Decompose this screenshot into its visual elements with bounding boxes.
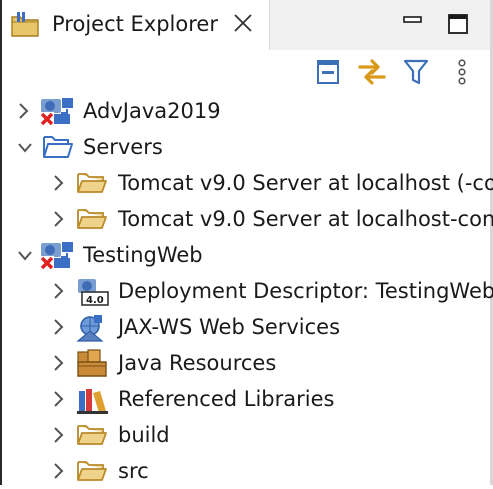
chevron-right-icon[interactable] bbox=[51, 172, 67, 198]
tab-project-explorer[interactable]: Project Explorer bbox=[2, 0, 270, 50]
deployment-descriptor-icon: 4.0 bbox=[76, 277, 110, 311]
tree-item-advjava2019[interactable]: AdvJava2019 bbox=[2, 93, 490, 129]
view-title-bar: Project Explorer bbox=[2, 0, 490, 50]
tree-item-label: build bbox=[118, 423, 170, 447]
web-project-error-icon bbox=[40, 97, 74, 131]
tree-item-label: Java Resources bbox=[118, 351, 277, 375]
tree-item-label: Referenced Libraries bbox=[118, 387, 335, 411]
chevron-right-icon[interactable] bbox=[51, 352, 67, 378]
close-icon[interactable] bbox=[232, 12, 254, 38]
maximize-icon[interactable] bbox=[443, 9, 473, 43]
view-title: Project Explorer bbox=[52, 12, 218, 36]
open-folder-icon bbox=[42, 133, 74, 165]
web-services-icon bbox=[76, 313, 108, 347]
tree-item-label: Tomcat v9.0 Server at localhost-con bbox=[118, 207, 493, 231]
tree-item-src[interactable]: src bbox=[2, 453, 490, 489]
minimize-icon[interactable] bbox=[398, 9, 428, 43]
java-resources-icon bbox=[76, 349, 110, 383]
tree-item-testingweb[interactable]: TestingWeb bbox=[2, 237, 490, 273]
libraries-icon bbox=[76, 385, 110, 419]
tree-item-label: src bbox=[118, 459, 149, 483]
filter-icon[interactable] bbox=[401, 57, 431, 91]
chevron-right-icon[interactable] bbox=[16, 100, 32, 126]
tree-item-servers[interactable]: Servers bbox=[2, 129, 490, 165]
folder-icon bbox=[76, 205, 108, 237]
tree-item-label: AdvJava2019 bbox=[83, 99, 221, 123]
tree-item-label: JAX-WS Web Services bbox=[118, 315, 341, 339]
link-with-editor-icon[interactable] bbox=[356, 57, 388, 91]
svg-text:4.0: 4.0 bbox=[86, 295, 104, 306]
tree-item-label: TestingWeb bbox=[83, 243, 203, 267]
tree-item-deployment-descriptor[interactable]: 4.0 Deployment Descriptor: TestingWeb bbox=[2, 273, 493, 311]
tree-item-build[interactable]: build bbox=[2, 417, 490, 453]
tree-item-java-resources[interactable]: Java Resources bbox=[2, 345, 490, 381]
tree-item-jax-ws-web-services[interactable]: JAX-WS Web Services bbox=[2, 309, 490, 345]
chevron-right-icon[interactable] bbox=[51, 424, 67, 450]
folder-icon bbox=[76, 169, 108, 201]
chevron-right-icon[interactable] bbox=[51, 388, 67, 414]
tree-item-tomcat-server-1[interactable]: Tomcat v9.0 Server at localhost (-co bbox=[2, 165, 493, 201]
tree-item-referenced-libraries[interactable]: Referenced Libraries bbox=[2, 381, 490, 417]
chevron-right-icon[interactable] bbox=[51, 280, 67, 306]
chevron-right-icon[interactable] bbox=[51, 316, 67, 342]
folder-icon bbox=[76, 457, 108, 489]
chevron-down-icon[interactable] bbox=[16, 136, 34, 162]
tree-item-label: Tomcat v9.0 Server at localhost (-co bbox=[118, 171, 493, 195]
tree-item-label: Deployment Descriptor: TestingWeb bbox=[118, 279, 493, 303]
tree-item-label: Servers bbox=[83, 135, 163, 159]
view-menu-icon[interactable] bbox=[452, 57, 472, 91]
web-project-error-icon bbox=[40, 241, 74, 275]
chevron-down-icon[interactable] bbox=[16, 244, 34, 270]
chevron-right-icon[interactable] bbox=[51, 208, 67, 234]
chevron-right-icon[interactable] bbox=[51, 460, 67, 486]
folder-icon bbox=[76, 421, 108, 453]
project-explorer-icon bbox=[10, 11, 42, 43]
tree-item-tomcat-server-2[interactable]: Tomcat v9.0 Server at localhost-con bbox=[2, 201, 493, 237]
collapse-all-icon[interactable] bbox=[313, 57, 343, 91]
